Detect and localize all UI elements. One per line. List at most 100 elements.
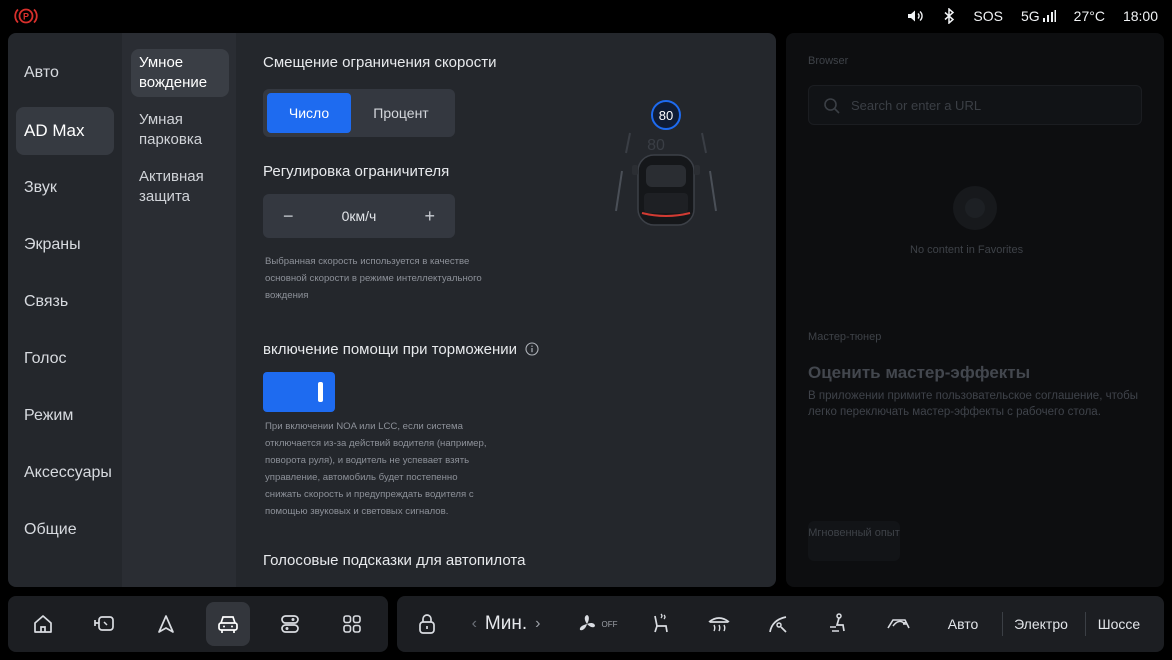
favorites-empty-text: No content in Favorites xyxy=(910,244,1024,256)
nav-item-general[interactable]: Общие xyxy=(16,506,114,554)
network-indicator: 5G xyxy=(1021,8,1056,24)
speed-offset-segmented: Число Процент xyxy=(263,89,455,137)
hint-line: основной скорости в режиме интеллектуаль… xyxy=(265,273,482,284)
mode-electro-button[interactable]: Электро xyxy=(1009,596,1073,652)
hint-line: отключается из-за действий водителя (нап… xyxy=(265,438,487,449)
nav-item-label: Аксессуары xyxy=(24,464,112,481)
browser-url-bar[interactable]: Search or enter a URL xyxy=(808,85,1142,125)
airflow-feet-button[interactable] xyxy=(823,596,855,652)
home-button[interactable] xyxy=(21,602,65,646)
status-bar: P SOS 5G 27°C 18:00 xyxy=(0,0,1172,32)
nav-item-accessories[interactable]: Аксессуары xyxy=(16,449,114,497)
fan-state: OFF xyxy=(601,619,618,629)
primary-nav: Авто AD Max Звук Экраны Связь Голос Режи… xyxy=(8,33,122,587)
speed-limit-sign: 80 xyxy=(659,108,673,123)
nav-item-auto[interactable]: Авто xyxy=(16,49,114,97)
subnav-item-label: Умная парковка xyxy=(139,111,203,148)
controls-button[interactable] xyxy=(268,602,312,646)
speaker-icon[interactable] xyxy=(907,9,925,23)
option-number-button[interactable]: Число xyxy=(267,93,351,133)
nav-item-connection[interactable]: Связь xyxy=(16,278,114,326)
climate-dock: ‹ Мин. › OFF Авто Электро Шоссе xyxy=(397,596,1164,652)
nav-item-voice[interactable]: Голос xyxy=(16,335,114,383)
bluetooth-icon[interactable] xyxy=(943,8,955,24)
seat-heat-icon xyxy=(654,613,668,633)
hint-line: При включении NOA или LCC, если система xyxy=(265,421,463,432)
brake-assist-toggle[interactable] xyxy=(263,372,335,412)
decrement-button[interactable]: − xyxy=(283,206,294,227)
nav-item-label: Голос xyxy=(24,350,67,367)
divider xyxy=(1002,612,1003,636)
signal-bars-icon xyxy=(1042,10,1056,22)
nav-item-sound[interactable]: Звук xyxy=(16,164,114,212)
voice-hints-title: Голосовые подсказки для автопилота xyxy=(263,552,526,569)
hint-line: поворота руля), и водитель не успевает в… xyxy=(265,455,470,466)
front-defrost-button[interactable] xyxy=(703,596,735,652)
steering-heat-icon xyxy=(769,616,787,633)
secondary-nav: Умное вождение Умная парковка Активная з… xyxy=(122,33,236,587)
nav-item-ad-max[interactable]: AD Max xyxy=(16,107,114,155)
brake-assist-row: включение помощи при торможении xyxy=(263,341,539,358)
info-icon[interactable] xyxy=(525,341,539,356)
search-placeholder: Search or enter a URL xyxy=(851,98,982,113)
svg-text:P: P xyxy=(23,12,29,22)
nav-item-label: Режим xyxy=(24,407,74,424)
lock-icon xyxy=(419,614,435,634)
front-defrost-icon xyxy=(708,617,730,632)
fan-icon xyxy=(579,615,595,631)
home-icon xyxy=(34,615,52,633)
fan-speed-control: ‹ Мин. › xyxy=(461,596,551,652)
fan-speed-prev[interactable]: ‹ xyxy=(472,615,477,633)
nav-item-label: Звук xyxy=(24,179,57,196)
car-illustration: 80 80 xyxy=(615,100,717,226)
limiter-title: Регулировка ограничителя xyxy=(263,163,450,180)
app-dock xyxy=(8,596,388,652)
brake-assist-hint: При включении NOA или LCC, если система … xyxy=(265,418,487,520)
limiter-hint: Выбранная скорость используется в качест… xyxy=(265,253,482,304)
sos-label[interactable]: SOS xyxy=(973,8,1003,24)
fan-speed-value: Мин. xyxy=(484,613,528,634)
subnav-item-smart-parking[interactable]: Умная парковка xyxy=(131,106,229,154)
tuner-description: В приложении примите пользовательское со… xyxy=(808,390,1138,418)
navigation-button[interactable] xyxy=(144,602,188,646)
mode-auto-button[interactable]: Авто xyxy=(937,596,989,652)
apps-grid-icon xyxy=(343,615,361,633)
tuner-title: Оценить мастер-эффекты xyxy=(808,363,1031,382)
clock: 18:00 xyxy=(1122,8,1158,24)
option-percent-button[interactable]: Процент xyxy=(359,93,443,133)
steering-heat-button[interactable] xyxy=(763,596,795,652)
airflow-feet-icon xyxy=(830,613,845,632)
mode-highway-button[interactable]: Шоссе xyxy=(1091,596,1147,652)
limiter-value: 0км/ч xyxy=(341,208,377,224)
speed-offset-title: Смещение ограничения скорости xyxy=(263,54,497,71)
apps-grid-button[interactable] xyxy=(330,602,374,646)
faded-speed-value: 80 xyxy=(647,137,665,154)
recirculation-button[interactable] xyxy=(883,596,915,652)
fan-speed-next[interactable]: › xyxy=(535,615,540,633)
car-button[interactable] xyxy=(206,602,250,646)
hint-line: снижать скорость и предупреждать водител… xyxy=(265,489,474,500)
mirror-icon xyxy=(94,616,114,631)
navigation-icon xyxy=(158,615,174,633)
lock-button[interactable] xyxy=(413,596,441,652)
settings-panel: Авто AD Max Звук Экраны Связь Голос Режи… xyxy=(8,33,776,587)
network-label: 5G xyxy=(1020,8,1040,24)
brake-assist-title: включение помощи при торможении xyxy=(263,341,518,358)
subnav-item-smart-driving[interactable]: Умное вождение xyxy=(131,49,229,97)
browser-widget: Browser Search or enter a URL No content… xyxy=(786,33,1164,587)
mirror-button[interactable] xyxy=(82,602,126,646)
subnav-item-active-protection[interactable]: Активная защита xyxy=(131,163,229,211)
increment-button[interactable]: + xyxy=(424,206,435,227)
fan-toggle[interactable]: OFF xyxy=(571,596,621,652)
controls-icon xyxy=(281,615,299,633)
recirculation-icon xyxy=(887,619,910,629)
nav-item-mode[interactable]: Режим xyxy=(16,392,114,440)
parking-brake-icon: P xyxy=(14,8,38,24)
hint-line: Выбранная скорость используется в качест… xyxy=(265,256,470,267)
browser-title: Browser xyxy=(808,55,849,67)
divider xyxy=(1085,612,1086,636)
seat-heat-button[interactable] xyxy=(645,596,677,652)
instant-experience-button[interactable]: Мгновенный опыт xyxy=(808,521,900,561)
car-icon xyxy=(218,616,238,633)
nav-item-screens[interactable]: Экраны xyxy=(16,221,114,269)
